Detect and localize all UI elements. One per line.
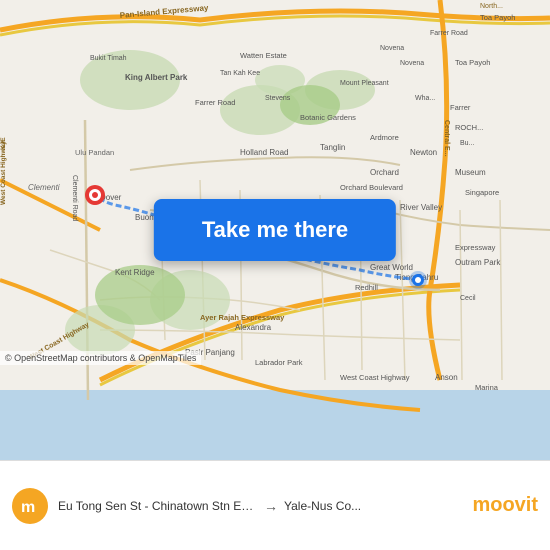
svg-text:Alexandra: Alexandra <box>235 323 272 332</box>
svg-text:Clementi Road: Clementi Road <box>71 175 78 221</box>
svg-text:Kent Ridge: Kent Ridge <box>115 268 155 277</box>
svg-text:Cecil: Cecil <box>460 295 476 302</box>
svg-text:KJE: KJE <box>0 137 7 150</box>
svg-text:Tanglin: Tanglin <box>320 143 345 152</box>
svg-text:Singapore: Singapore <box>465 188 499 197</box>
svg-text:Clementi: Clementi <box>28 183 60 192</box>
map-attribution: © OpenStreetMap contributors & OpenMapTi… <box>0 351 201 365</box>
svg-text:Central E...: Central E... <box>443 120 450 157</box>
svg-text:Watten Estate: Watten Estate <box>240 51 287 60</box>
svg-text:Anson: Anson <box>435 373 458 382</box>
take-me-there-button[interactable]: Take me there <box>154 199 396 261</box>
svg-text:Farrer: Farrer <box>450 103 471 112</box>
from-to-row: Eu Tong Sen St - Chinatown Stn Exit ... … <box>58 498 464 514</box>
svg-text:Museum: Museum <box>455 168 486 177</box>
svg-text:Novena: Novena <box>400 60 424 67</box>
svg-text:Holland Road: Holland Road <box>240 148 288 157</box>
moovit-brand-text: moovit <box>472 494 538 517</box>
svg-text:Farrer Road: Farrer Road <box>430 30 468 37</box>
arrow-right-icon: → <box>264 498 278 514</box>
moovit-logo-icon: m <box>12 488 48 524</box>
svg-text:Bu...: Bu... <box>460 140 474 147</box>
map-container: Pan-Island Expressway Ayer Rajah Express… <box>0 0 550 460</box>
svg-text:River Valley: River Valley <box>400 203 442 212</box>
svg-text:Redhill: Redhill <box>355 283 378 292</box>
svg-text:Great World: Great World <box>370 263 413 272</box>
svg-text:North...: North... <box>480 3 503 10</box>
svg-text:Orchard Boulevard: Orchard Boulevard <box>340 183 403 192</box>
svg-text:Bukit Timah: Bukit Timah <box>90 55 127 62</box>
to-label: Yale-Nus Co... <box>284 499 361 513</box>
svg-text:Stevens: Stevens <box>265 95 291 102</box>
moovit-logo: m <box>12 488 48 524</box>
svg-text:King Albert Park: King Albert Park <box>125 73 188 82</box>
button-overlay: Take me there <box>154 199 396 261</box>
svg-text:Newton: Newton <box>410 148 437 157</box>
svg-text:Toa Payoh: Toa Payoh <box>480 13 515 22</box>
svg-text:Toa Payoh: Toa Payoh <box>455 58 490 67</box>
svg-text:Labrador Park: Labrador Park <box>255 358 303 367</box>
svg-text:ROCH...: ROCH... <box>455 123 483 132</box>
svg-text:Mount Pleasant: Mount Pleasant <box>340 80 389 87</box>
svg-text:Botanic Gardens: Botanic Gardens <box>300 113 356 122</box>
svg-text:Farrer Road: Farrer Road <box>195 98 235 107</box>
svg-text:Ardmore: Ardmore <box>370 133 399 142</box>
svg-text:Novena: Novena <box>380 45 404 52</box>
svg-text:m: m <box>21 499 35 516</box>
svg-text:Tan Kah Kee: Tan Kah Kee <box>220 70 260 77</box>
svg-text:Marina: Marina <box>475 383 499 392</box>
svg-text:Orchard: Orchard <box>370 168 399 177</box>
svg-text:Expressway: Expressway <box>455 243 496 252</box>
svg-text:Ulu Pandan: Ulu Pandan <box>75 148 114 157</box>
svg-text:West Coast Highway: West Coast Highway <box>340 373 410 382</box>
svg-text:Ayer Rajah Expressway: Ayer Rajah Expressway <box>200 313 285 322</box>
from-label: Eu Tong Sen St - Chinatown Stn Exit ... <box>58 499 258 513</box>
svg-text:Wha...: Wha... <box>415 95 435 102</box>
svg-text:Outram Park: Outram Park <box>455 258 501 267</box>
bottom-bar: m Eu Tong Sen St - Chinatown Stn Exit ..… <box>0 460 550 550</box>
route-info: Eu Tong Sen St - Chinatown Stn Exit ... … <box>58 498 464 514</box>
moovit-brand: moovit <box>472 494 538 517</box>
